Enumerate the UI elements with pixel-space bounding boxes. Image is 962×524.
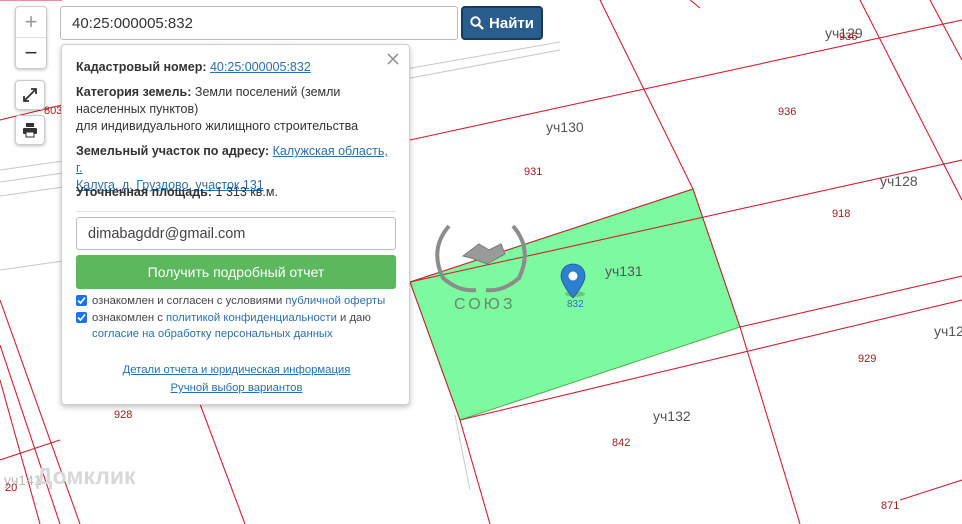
- cadastral-number-row: Кадастровый номер: 40:25:000005:832: [76, 59, 396, 76]
- divider: [76, 211, 396, 212]
- email-field[interactable]: [76, 217, 396, 250]
- search-icon: [470, 16, 484, 30]
- land-category-text: для индивидуального жилищного строительс…: [76, 119, 359, 133]
- area-row: Уточненная площадь: 1 313 кв.м.: [76, 184, 396, 201]
- privacy-consent-text: ознакомлен с: [92, 312, 163, 324]
- plot-label-131: уч131: [605, 263, 643, 279]
- personal-data-consent-link[interactable]: согласие на обработку персональных данны…: [92, 328, 333, 340]
- plot-info-popup: Кадастровый номер: 40:25:000005:832 Кате…: [61, 44, 410, 405]
- privacy-consent-text: и даю: [340, 312, 371, 324]
- search-input[interactable]: [60, 6, 458, 40]
- soyuz-logo-text: СОЮЗ: [454, 296, 516, 313]
- plot-number: 803: [44, 105, 63, 117]
- offer-consent-checkbox[interactable]: [76, 295, 87, 306]
- privacy-policy-link[interactable]: политикой конфиденциальности: [166, 312, 337, 324]
- plot-number: 20: [5, 482, 18, 494]
- plot-number: 931: [524, 166, 543, 178]
- checkmark-icon: [77, 313, 86, 322]
- zoom-out-button[interactable]: −: [16, 37, 46, 68]
- plot-number: 832: [567, 299, 584, 310]
- land-category-label: Категория земель:: [76, 85, 192, 99]
- zoom-in-button[interactable]: +: [16, 7, 46, 37]
- print-button[interactable]: [15, 115, 45, 145]
- search-button[interactable]: Найти: [461, 6, 543, 40]
- plot-number: 936: [839, 31, 858, 43]
- plot-label-128: уч128: [880, 173, 918, 189]
- plot-number: 929: [858, 353, 877, 365]
- cadastral-number-label: Кадастровый номер:: [76, 60, 207, 74]
- search-button-label: Найти: [489, 14, 534, 32]
- domclick-watermark: Домклик: [36, 463, 136, 489]
- land-category-text: населенных пунктов): [76, 102, 199, 116]
- plot-number: 928: [114, 409, 133, 421]
- plot-number: 918: [832, 208, 851, 220]
- privacy-consent-checkbox[interactable]: [76, 312, 87, 323]
- offer-consent-text: ознакомлен и согласен с условиями: [92, 295, 283, 307]
- plot-label-12x: уч12: [934, 323, 962, 339]
- cadastral-number-link[interactable]: 40:25:000005:832: [210, 60, 311, 74]
- plot-number: 871: [881, 500, 900, 512]
- land-category-row: Категория земель: Земли поселений (земли…: [76, 84, 396, 135]
- area-label: Уточненная площадь:: [76, 185, 213, 199]
- area-value: 1 313 кв.м.: [215, 185, 278, 199]
- public-offer-link[interactable]: публичной оферты: [285, 295, 385, 307]
- plot-label-130: уч130: [546, 119, 584, 135]
- fullscreen-button[interactable]: [15, 80, 45, 110]
- plot-label-132: уч132: [653, 408, 691, 424]
- expand-icon: [23, 88, 37, 102]
- get-report-button[interactable]: Получить подробный отчет: [76, 255, 396, 289]
- address-label: Земельный участок по адресу:: [76, 144, 270, 158]
- plot-number: 936: [778, 106, 797, 118]
- land-category-text: Земли поселений (земли: [194, 85, 341, 99]
- checkmark-icon: [77, 296, 86, 305]
- plot-number: 842: [612, 437, 631, 449]
- printer-icon: [23, 123, 37, 138]
- zoom-control: + −: [15, 6, 47, 69]
- manual-selection-link[interactable]: Ручной выбор вариантов: [62, 382, 411, 394]
- report-details-link[interactable]: Детали отчета и юридическая информация: [62, 364, 411, 376]
